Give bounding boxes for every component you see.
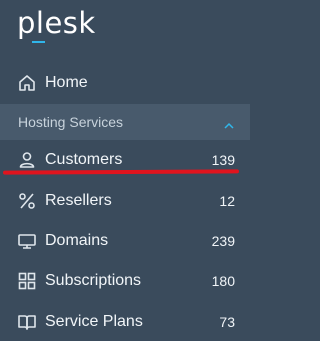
nav-item-resellers-label: Resellers <box>45 192 112 209</box>
nav-item-subscriptions[interactable]: Subscriptions 180 <box>0 262 250 300</box>
nav-item-home[interactable]: Home <box>0 64 250 102</box>
nav-item-resellers[interactable]: Resellers 12 <box>0 182 250 220</box>
nav-item-customers-count: 139 <box>211 152 235 168</box>
logo-accent <box>32 41 45 43</box>
grid-icon <box>17 271 37 291</box>
monitor-icon <box>17 231 37 251</box>
nav-item-service-plans[interactable]: Service Plans 73 <box>0 303 250 341</box>
percent-icon <box>17 191 37 211</box>
nav-item-home-label: Home <box>45 74 88 91</box>
nav-item-service-plans-label: Service Plans <box>45 313 143 330</box>
group-hosting-services[interactable]: Hosting Services <box>0 104 250 140</box>
nav-item-domains-count: 239 <box>211 233 235 249</box>
chevron-up-icon[interactable] <box>224 117 234 135</box>
plesk-logo: plesk <box>17 6 96 40</box>
book-icon <box>17 312 37 332</box>
nav-item-service-plans-count: 73 <box>219 314 235 330</box>
nav-item-customers-label: Customers <box>45 151 123 168</box>
nav-item-domains[interactable]: Domains 239 <box>0 222 250 260</box>
home-icon <box>17 73 37 93</box>
user-icon <box>17 150 37 170</box>
nav-item-subscriptions-count: 180 <box>211 273 235 289</box>
nav-item-domains-label: Domains <box>45 232 109 249</box>
sidebar: plesk Home Hosting Services Customers 13… <box>0 0 250 341</box>
nav-item-subscriptions-label: Subscriptions <box>45 272 142 289</box>
nav-item-resellers-count: 12 <box>219 193 235 209</box>
group-title: Hosting Services <box>18 114 124 130</box>
